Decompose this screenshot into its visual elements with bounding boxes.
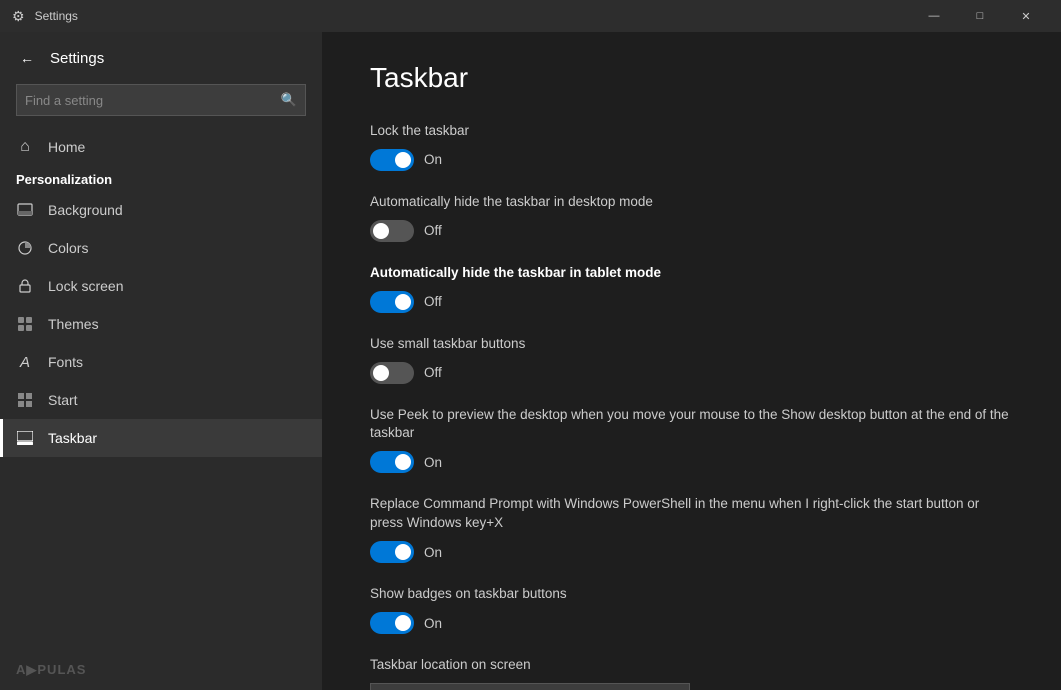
colors-icon xyxy=(16,239,34,257)
toggle-row-powershell: On xyxy=(370,541,1013,563)
setting-peek-label: Use Peek to preview the desktop when you… xyxy=(370,406,1013,444)
toggle-auto-hide-desktop-status: Off xyxy=(424,223,442,238)
sidebar-item-background-label: Background xyxy=(48,202,123,218)
setting-small-buttons: Use small taskbar buttons Off xyxy=(370,335,1013,384)
sidebar-item-colors[interactable]: Colors xyxy=(0,229,322,267)
setting-auto-hide-tablet: Automatically hide the taskbar in tablet… xyxy=(370,264,1013,313)
toggle-peek[interactable] xyxy=(370,451,414,473)
search-input[interactable] xyxy=(25,93,281,108)
maximize-button[interactable]: □ xyxy=(957,0,1003,32)
sidebar-item-colors-label: Colors xyxy=(48,240,88,256)
toggle-auto-hide-tablet-status: Off xyxy=(424,294,442,309)
toggle-small-buttons-status: Off xyxy=(424,365,442,380)
sidebar-header: ← Settings xyxy=(0,32,322,78)
main-content: Taskbar Lock the taskbar On Automaticall… xyxy=(322,32,1061,690)
setting-powershell-label: Replace Command Prompt with Windows Powe… xyxy=(370,495,1013,533)
back-button[interactable]: ← xyxy=(16,46,38,70)
page-title: Taskbar xyxy=(370,62,1013,94)
toggle-badges-status: On xyxy=(424,616,442,631)
start-icon xyxy=(16,391,34,409)
background-icon xyxy=(16,201,34,219)
sidebar-item-themes[interactable]: Themes xyxy=(0,305,322,343)
sidebar-item-fonts-label: Fonts xyxy=(48,354,83,370)
toggle-auto-hide-tablet[interactable] xyxy=(370,291,414,313)
toggle-row-auto-hide-tablet: Off xyxy=(370,291,1013,313)
sidebar-item-lock-screen-label: Lock screen xyxy=(48,278,123,294)
setting-auto-hide-desktop-label: Automatically hide the taskbar in deskto… xyxy=(370,193,1013,212)
search-icon[interactable]: 🔍 xyxy=(281,92,297,108)
watermark-logo: A▶PULAS xyxy=(16,662,86,678)
themes-icon xyxy=(16,315,34,333)
lock-screen-icon xyxy=(16,277,34,295)
setting-lock-taskbar: Lock the taskbar On xyxy=(370,122,1013,171)
sidebar-app-title: Settings xyxy=(50,50,104,67)
setting-small-buttons-label: Use small taskbar buttons xyxy=(370,335,1013,354)
setting-auto-hide-desktop: Automatically hide the taskbar in deskto… xyxy=(370,193,1013,242)
sidebar-item-lock-screen[interactable]: Lock screen xyxy=(0,267,322,305)
toggle-auto-hide-desktop[interactable] xyxy=(370,220,414,242)
toggle-row-auto-hide-desktop: Off xyxy=(370,220,1013,242)
title-bar-controls: — □ ✕ xyxy=(911,0,1049,32)
title-bar: ⚙ Settings — □ ✕ xyxy=(0,0,1061,32)
toggle-small-buttons[interactable] xyxy=(370,362,414,384)
settings-icon: ⚙ xyxy=(12,8,25,25)
setting-badges: Show badges on taskbar buttons On xyxy=(370,585,1013,634)
sidebar-item-home[interactable]: ⌂ Home xyxy=(0,128,322,166)
setting-peek: Use Peek to preview the desktop when you… xyxy=(370,406,1013,474)
toggle-lock-taskbar-status: On xyxy=(424,152,442,167)
app-container: ← Settings 🔍 ⌂ Home Personalization Back… xyxy=(0,32,1061,690)
sidebar-item-home-label: Home xyxy=(48,139,85,155)
toggle-badges[interactable] xyxy=(370,612,414,634)
close-button[interactable]: ✕ xyxy=(1003,0,1049,32)
search-box[interactable]: 🔍 xyxy=(16,84,306,116)
fonts-icon: A xyxy=(16,353,34,371)
sidebar-item-taskbar[interactable]: Taskbar xyxy=(0,419,322,457)
sidebar-item-background[interactable]: Background xyxy=(0,191,322,229)
taskbar-location-dropdown[interactable]: Bottom ▾ xyxy=(370,683,690,690)
toggle-row-lock-taskbar: On xyxy=(370,149,1013,171)
sidebar-section-label: Personalization xyxy=(0,166,322,191)
toggle-row-badges: On xyxy=(370,612,1013,634)
setting-badges-label: Show badges on taskbar buttons xyxy=(370,585,1013,604)
toggle-row-small-buttons: Off xyxy=(370,362,1013,384)
home-icon: ⌂ xyxy=(16,138,34,156)
toggle-row-peek: On xyxy=(370,451,1013,473)
sidebar-item-themes-label: Themes xyxy=(48,316,99,332)
title-bar-title: Settings xyxy=(35,9,78,23)
toggle-lock-taskbar[interactable] xyxy=(370,149,414,171)
taskbar-icon xyxy=(16,429,34,447)
setting-powershell: Replace Command Prompt with Windows Powe… xyxy=(370,495,1013,563)
sidebar: ← Settings 🔍 ⌂ Home Personalization Back… xyxy=(0,32,322,690)
sidebar-item-taskbar-label: Taskbar xyxy=(48,430,97,446)
sidebar-item-fonts[interactable]: A Fonts xyxy=(0,343,322,381)
taskbar-location-dropdown-container: Bottom ▾ xyxy=(370,683,1013,690)
watermark: A▶PULAS xyxy=(0,650,322,690)
minimize-button[interactable]: — xyxy=(911,0,957,32)
toggle-powershell-status: On xyxy=(424,545,442,560)
sidebar-item-start[interactable]: Start xyxy=(0,381,322,419)
setting-taskbar-location: Taskbar location on screen Bottom ▾ xyxy=(370,656,1013,690)
setting-auto-hide-tablet-label: Automatically hide the taskbar in tablet… xyxy=(370,264,1013,283)
toggle-powershell[interactable] xyxy=(370,541,414,563)
setting-lock-taskbar-label: Lock the taskbar xyxy=(370,122,1013,141)
title-bar-left: ⚙ Settings xyxy=(12,8,78,25)
toggle-peek-status: On xyxy=(424,455,442,470)
sidebar-item-start-label: Start xyxy=(48,392,78,408)
setting-taskbar-location-label: Taskbar location on screen xyxy=(370,656,1013,675)
